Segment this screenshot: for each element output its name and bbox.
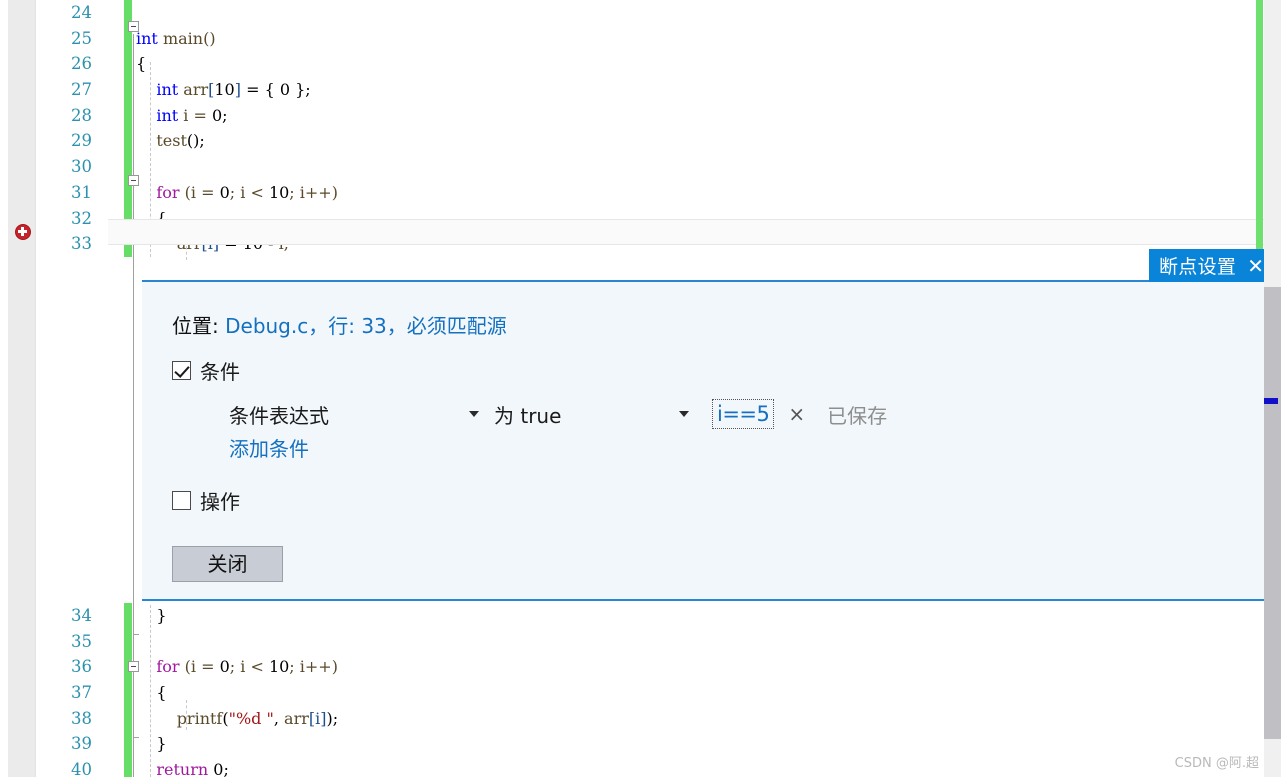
line-number: 39 [71, 734, 92, 754]
location-label: 位置: [172, 314, 226, 338]
line-number: 34 [71, 606, 92, 625]
code-text: int arr[10] = { 0 }; [156, 80, 311, 100]
code-text: return 0; [156, 760, 229, 777]
remove-condition-icon[interactable]: × [788, 402, 805, 426]
code-text: test(); [156, 131, 205, 151]
change-bar [124, 705, 132, 732]
condition-checkbox-row[interactable]: 条件 [172, 356, 1264, 385]
close-button[interactable]: 关闭 [172, 546, 283, 582]
code-line[interactable]: 31 for (i = 0; i < 10; i++) [36, 179, 1264, 206]
change-bar [124, 731, 132, 758]
action-checkbox-label: 操作 [200, 490, 240, 514]
change-bar [124, 680, 132, 706]
breakpoint-settings-dialog: 断点设置 ✕ 位置: Debug.c，行: 33，必须匹配源 条件 条件表达式 … [142, 249, 1264, 601]
add-condition-link[interactable]: 添加条件 [172, 433, 309, 462]
change-bar [124, 25, 132, 52]
close-icon[interactable]: ✕ [1247, 256, 1264, 276]
code-line[interactable]: 27 int arr[10] = { 0 }; [36, 77, 1264, 103]
editor-left-padding [0, 0, 8, 777]
line-number: 35 [71, 631, 92, 651]
code-text: { [136, 54, 147, 74]
change-bar [124, 603, 132, 629]
condition-operator-value: 为 true [494, 403, 562, 428]
vertical-scrollbar[interactable] [1248, 0, 1281, 777]
breakpoint-margin[interactable] [8, 0, 36, 777]
action-checkbox-row[interactable]: 操作 [172, 486, 1264, 515]
dialog-title-bar: 断点设置 ✕ [1149, 249, 1264, 282]
line-number: 25 [71, 28, 92, 48]
line-number: 26 [71, 54, 92, 74]
code-line[interactable]: 28 int i = 0; [36, 102, 1264, 129]
line-number: 31 [71, 182, 92, 202]
code-text: printf("%d ", arr[i]); [176, 708, 339, 728]
code-text: int i = 0; [156, 105, 228, 125]
change-bar [124, 51, 132, 78]
line-number: 29 [71, 131, 92, 151]
code-text: int main() [136, 28, 216, 48]
code-line[interactable]: 39 } [36, 731, 1264, 758]
saved-status: 已保存 [827, 403, 888, 428]
scrollbar-thumb[interactable] [1264, 287, 1281, 739]
condition-expression-value: i==5 [717, 402, 770, 426]
action-checkbox[interactable] [172, 491, 191, 510]
conditional-breakpoint-icon[interactable] [15, 224, 31, 240]
line-number: 27 [71, 80, 92, 100]
code-line[interactable]: 40 return 0; [36, 757, 1264, 777]
location-value[interactable]: Debug.c，行: 33，必须匹配源 [225, 314, 507, 338]
line-number: 36 [71, 657, 92, 677]
code-text: for (i = 0; i < 10; i++) [156, 182, 338, 202]
line-number: 28 [71, 105, 92, 125]
code-lines-bottom: 34 } 35 36 for (i = 0; i < 10; i++) 37 {38 … [36, 603, 1264, 777]
code-line[interactable]: 24 [36, 0, 1264, 26]
code-line[interactable]: 25 int main() [36, 25, 1264, 52]
change-bar [124, 654, 132, 681]
chevron-down-icon [679, 411, 689, 417]
line-number: 30 [71, 157, 92, 177]
code-line[interactable]: 38 printf("%d ", arr[i]); [36, 705, 1264, 732]
code-line[interactable]: 30 [36, 154, 1264, 180]
code-line[interactable]: 37 { [36, 680, 1264, 706]
change-bar [124, 128, 132, 155]
condition-type-select[interactable]: 条件表达式 [229, 399, 479, 429]
line-number: 33 [71, 234, 92, 254]
condition-expression-input[interactable]: i==5 [712, 399, 775, 429]
change-bar [124, 628, 132, 655]
line-number: 32 [71, 208, 92, 228]
condition-checkbox-label: 条件 [200, 360, 240, 384]
change-bar [124, 179, 132, 206]
condition-row: 条件表达式 为 true i==5 × 已保存 [172, 399, 1264, 429]
change-bar [124, 757, 132, 777]
code-text: } [136, 606, 167, 625]
condition-operator-select[interactable]: 为 true [494, 399, 689, 429]
code-text: { [136, 683, 167, 703]
dialog-body: 位置: Debug.c，行: 33，必须匹配源 条件 条件表达式 为 true … [142, 282, 1264, 582]
code-line[interactable]: 26 { [36, 51, 1264, 78]
chevron-down-icon [469, 411, 479, 417]
change-bar [124, 77, 132, 103]
condition-checkbox[interactable] [172, 361, 191, 380]
dialog-title: 断点设置 [1159, 256, 1237, 278]
code-line[interactable]: 35 [36, 628, 1264, 655]
line-number: 37 [71, 683, 92, 703]
code-text: } [136, 734, 167, 754]
line-number: 40 [71, 760, 92, 777]
line-number: 24 [71, 3, 92, 22]
current-line-highlight [108, 219, 1264, 245]
breakpoint-location: 位置: Debug.c，行: 33，必须匹配源 [172, 310, 1264, 339]
change-bar [124, 154, 132, 180]
change-bar [124, 0, 132, 26]
code-line[interactable]: 36 for (i = 0; i < 10; i++) [36, 654, 1264, 681]
screenshot-root: 24 25 int main() 26 {27 int arr[10] = { 0 };… [0, 0, 1281, 777]
watermark: CSDN @阿.超 [1174, 756, 1259, 771]
change-bar [124, 102, 132, 129]
code-line[interactable]: 34 } [36, 603, 1264, 629]
line-number: 38 [71, 708, 92, 728]
condition-type-value: 条件表达式 [229, 403, 329, 428]
code-text: for (i = 0; i < 10; i++) [156, 657, 338, 677]
code-line[interactable]: 29 test(); [36, 128, 1264, 155]
